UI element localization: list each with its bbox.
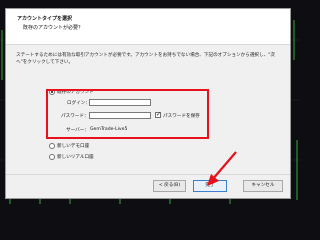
instructions-text: ステートするためには有効な取引アカウントが必要です。アカウントをお持ちでない場合… <box>16 53 275 65</box>
new-demo-account-radio[interactable] <box>49 143 55 149</box>
finish-button[interactable]: 完了 <box>193 180 227 192</box>
back-button[interactable]: < 戻る(B) <box>153 180 186 192</box>
highlight-box <box>46 89 209 139</box>
dialog-title: アカウントタイプを選択 <box>17 16 73 22</box>
account-type-dialog: アカウントタイプを選択 既存のアカウントが必要？ ステートするためには有効な取引… <box>5 8 291 199</box>
new-real-account-label: 新しいリアル口座 <box>57 155 94 160</box>
new-real-account-radio[interactable] <box>49 154 55 160</box>
dialog-header: アカウントタイプを選択 既存のアカウントが必要？ <box>6 9 290 45</box>
cancel-button[interactable]: キャンセル <box>243 180 283 192</box>
new-demo-account-label: 新しいデモ口座 <box>57 144 90 149</box>
dialog-subtitle: 既存のアカウントが必要？ <box>23 25 84 31</box>
footer-divider <box>6 174 290 175</box>
